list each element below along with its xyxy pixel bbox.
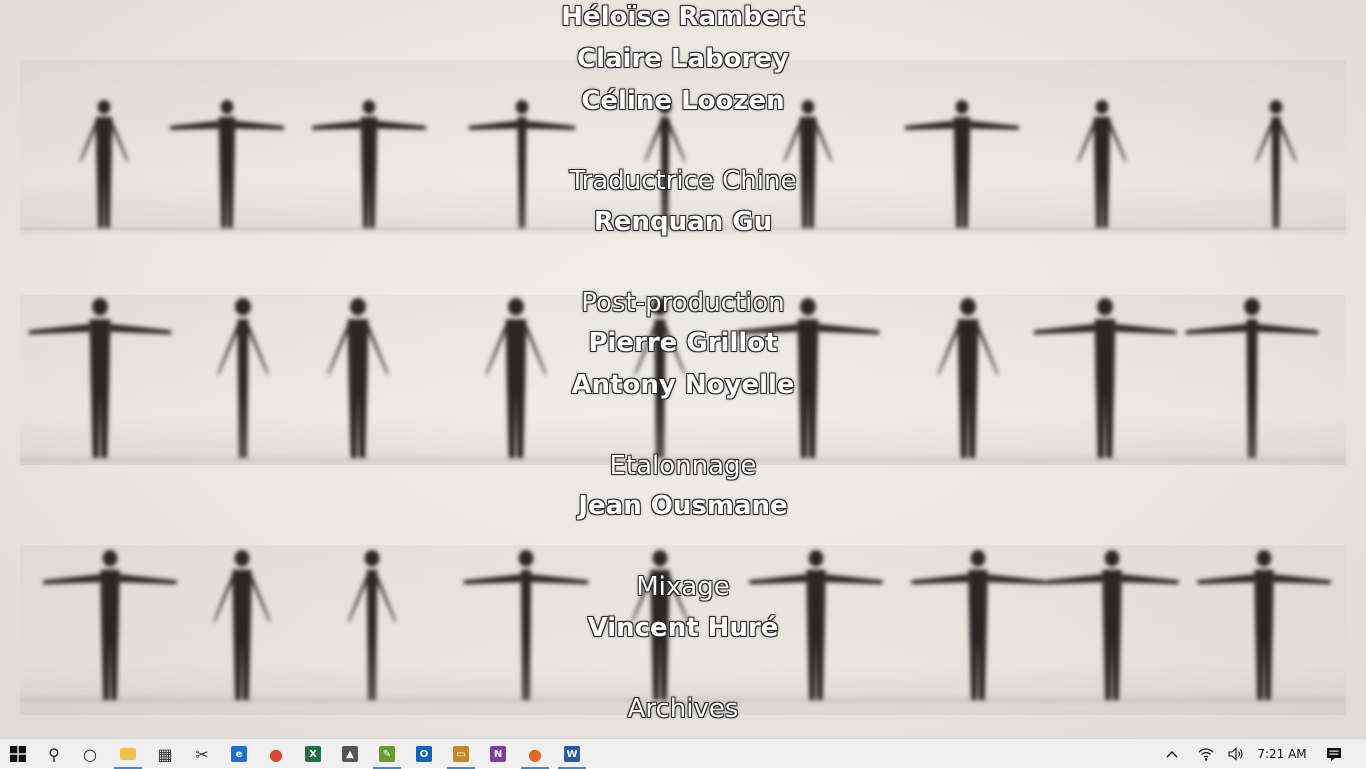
volume-icon	[1228, 747, 1243, 761]
onenote-taskbar-button[interactable]: N	[480, 739, 516, 769]
dancer-silhouette	[1185, 298, 1319, 458]
app-window-icon: ▭	[453, 746, 469, 762]
notepad-taskbar-button[interactable]: ✎	[369, 739, 405, 769]
dancer-silhouette	[784, 100, 832, 228]
dancer-silhouette	[214, 550, 270, 700]
start-button[interactable]	[0, 739, 36, 769]
dancer-silhouette	[218, 298, 268, 458]
chevron-up-icon	[1166, 751, 1178, 758]
calendar-taskbar-button[interactable]: ▦	[147, 739, 183, 769]
excel-taskbar-button[interactable]: X	[295, 739, 331, 769]
dancer-silhouette	[632, 550, 688, 700]
app-taskbar-button[interactable]: ▲	[332, 739, 368, 769]
dancer-silhouette	[312, 100, 426, 228]
app-icon: ▲	[342, 746, 358, 762]
word-icon: W	[564, 746, 580, 762]
calendar-icon: ▦	[157, 744, 173, 764]
show-hidden-icons-button[interactable]	[1160, 739, 1184, 769]
dancer-silhouette	[1256, 100, 1296, 228]
dancer-silhouette	[170, 100, 284, 228]
chrome-icon: ●	[269, 744, 283, 764]
dancer-silhouette	[938, 298, 998, 458]
dancer-silhouette	[328, 298, 388, 458]
edge-icon: e	[231, 746, 247, 762]
dancer-silhouette	[905, 100, 1019, 228]
dancer-silhouette	[749, 550, 883, 700]
dancer-silhouette	[1197, 550, 1331, 700]
dancer-silhouette	[468, 100, 576, 228]
dancer-silhouette	[1078, 100, 1126, 228]
dancer-silhouette	[635, 298, 685, 458]
dancer-silhouette	[28, 298, 172, 458]
snipping-tool-taskbar-button[interactable]: ✂	[184, 739, 220, 769]
search-taskbar-button[interactable]: ⚲	[36, 739, 72, 769]
dancer-silhouette	[43, 550, 177, 700]
network-button[interactable]	[1194, 739, 1218, 769]
onenote-icon: N	[490, 746, 506, 762]
outlook-icon: O	[416, 746, 432, 762]
dancer-silhouette	[645, 100, 685, 228]
notifications-icon	[1327, 747, 1341, 761]
outlook-taskbar-button[interactable]: O	[406, 739, 442, 769]
search-icon: ⚲	[48, 744, 60, 764]
dancer-silhouette	[736, 298, 880, 458]
dancer-silhouette	[80, 100, 128, 228]
dancer-silhouette	[911, 550, 1045, 700]
volume-button[interactable]	[1224, 739, 1248, 769]
video-frame[interactable]: Héloïse Rambert Claire Laborey Céline Looz…	[0, 0, 1366, 738]
silhouettes-svg	[28, 100, 1331, 700]
notepad-icon: ✎	[379, 746, 395, 762]
action-center-button[interactable]	[1320, 739, 1348, 769]
taskbar: ⚲ ○ ▦ ✂ e ● X ▲ ✎ O ▭ N ● W 7:21 AM	[0, 738, 1366, 769]
word-taskbar-button[interactable]: W	[554, 739, 590, 769]
windows-logo-icon	[10, 746, 26, 762]
chrome-taskbar-button[interactable]: ●	[258, 739, 294, 769]
dancer-silhouette	[348, 550, 396, 700]
firefox-taskbar-button[interactable]: ●	[517, 739, 553, 769]
excel-icon: X	[305, 746, 321, 762]
file-explorer-taskbar-button[interactable]	[110, 739, 146, 769]
file-explorer-icon	[120, 748, 136, 760]
clock[interactable]: 7:21 AM	[1252, 739, 1312, 769]
dancer-silhouette	[1033, 298, 1177, 458]
cortana-icon: ○	[83, 744, 97, 764]
edge-taskbar-button[interactable]: e	[221, 739, 257, 769]
wifi-icon	[1198, 748, 1214, 761]
app-window-taskbar-button[interactable]: ▭	[443, 739, 479, 769]
dancer-silhouette	[463, 550, 589, 700]
dancer-silhouette	[486, 298, 546, 458]
cortana-taskbar-button[interactable]: ○	[72, 739, 108, 769]
snipping-tool-icon: ✂	[195, 744, 209, 764]
dancer-silhouette	[1045, 550, 1179, 700]
firefox-icon: ●	[528, 744, 542, 764]
